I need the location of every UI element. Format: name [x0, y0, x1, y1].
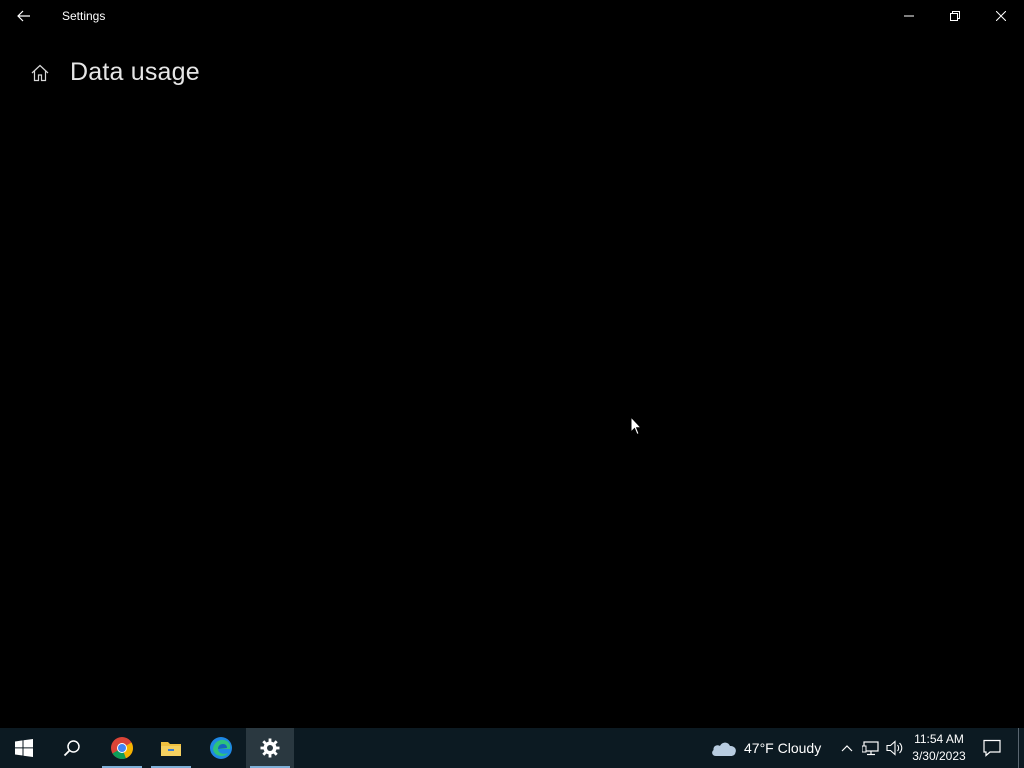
mouse-cursor	[630, 415, 643, 441]
folder-icon	[161, 742, 181, 756]
taskbar-edge[interactable]	[197, 728, 245, 768]
network-button[interactable]	[859, 728, 883, 768]
taskbar-file-explorer[interactable]	[147, 728, 195, 768]
window-title: Settings	[62, 9, 106, 23]
clock-time: 11:54 AM	[914, 732, 964, 746]
home-button[interactable]	[28, 61, 52, 85]
weather-widget[interactable]: 47°F Cloudy	[710, 728, 821, 768]
chrome-icon	[111, 737, 133, 759]
volume-button[interactable]	[883, 728, 907, 768]
title-bar: Settings	[0, 0, 1024, 32]
close-button[interactable]	[978, 0, 1024, 32]
restore-icon	[950, 11, 960, 21]
taskbar-chrome[interactable]	[98, 728, 146, 768]
weather-text: 47°F Cloudy	[744, 740, 822, 756]
notification-icon	[983, 739, 1001, 757]
taskbar: 47°F Cloudy 11:54 AM 3/30/2023	[0, 728, 1024, 768]
show-desktop-button[interactable]	[1018, 728, 1024, 768]
taskbar-settings[interactable]	[246, 728, 294, 768]
settings-window: Settings Data usage	[0, 0, 1024, 728]
search-icon	[63, 740, 80, 757]
cursor-arrow-icon	[630, 415, 643, 436]
windows-logo-icon	[15, 739, 33, 757]
home-icon	[31, 64, 49, 81]
volume-icon	[886, 740, 903, 756]
network-icon	[862, 741, 879, 756]
back-button[interactable]	[0, 0, 48, 32]
page-header: Data usage	[28, 58, 200, 87]
back-arrow-icon	[17, 10, 30, 22]
action-center-button[interactable]	[978, 728, 1006, 768]
start-button[interactable]	[0, 728, 48, 768]
edge-icon	[210, 737, 232, 759]
close-icon	[996, 11, 1006, 21]
show-hidden-icons-button[interactable]	[835, 728, 859, 768]
cloud-icon	[712, 742, 736, 756]
minimize-button[interactable]	[886, 0, 932, 32]
minimize-icon	[904, 15, 914, 17]
search-button[interactable]	[48, 728, 96, 768]
gear-icon	[260, 738, 280, 758]
page-title: Data usage	[70, 58, 200, 86]
chevron-up-icon	[841, 745, 853, 752]
clock-date: 3/30/2023	[912, 749, 966, 763]
restore-button[interactable]	[932, 0, 978, 32]
system-clock[interactable]: 11:54 AM 3/30/2023	[908, 728, 970, 768]
window-controls	[886, 0, 1024, 32]
